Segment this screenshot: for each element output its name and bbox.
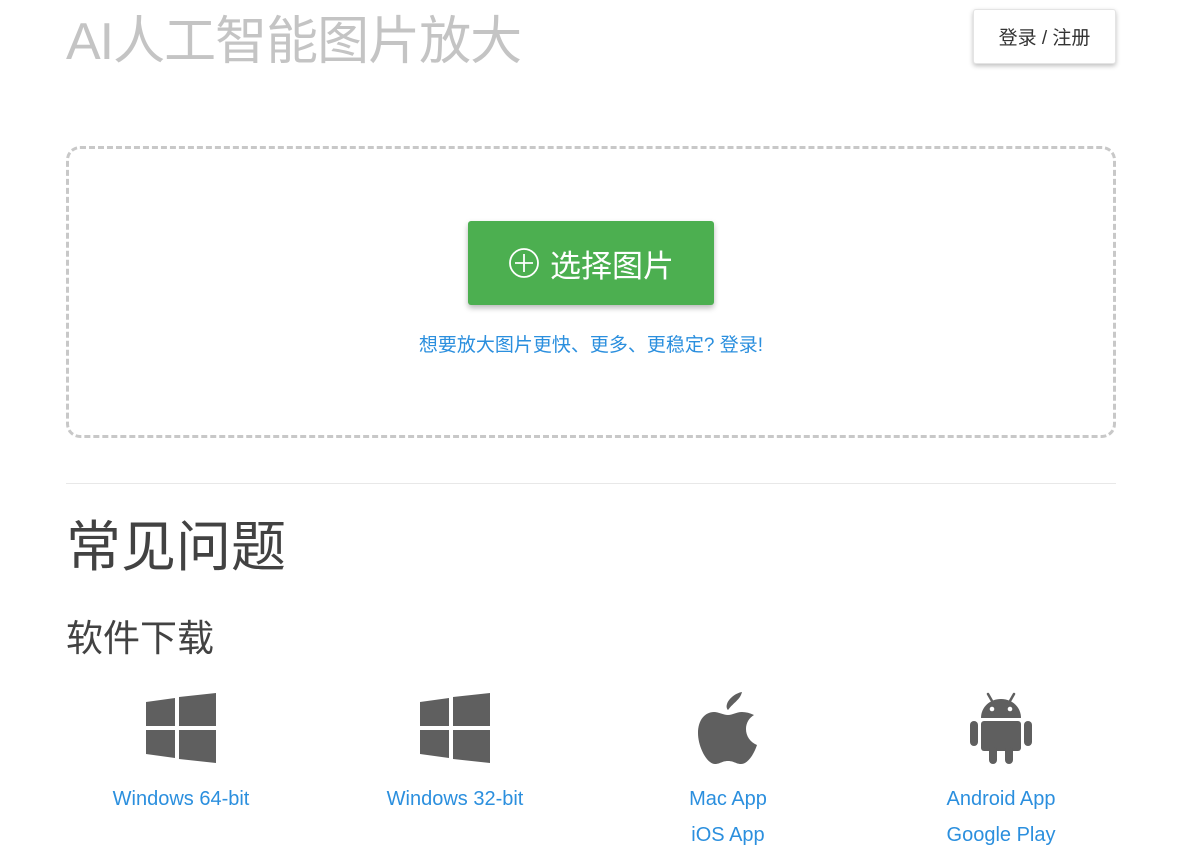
select-image-button[interactable]: 选择图片 xyxy=(468,221,714,305)
download-link-ios-app[interactable]: iOS App xyxy=(598,817,858,853)
download-link-mac-app[interactable]: Mac App xyxy=(598,781,858,817)
download-link-windows-64[interactable]: Windows 64-bit xyxy=(51,781,311,817)
download-link-google-play[interactable]: Google Play xyxy=(871,817,1131,853)
login-promo-text: 想要放大图片更快、更多、更稳定? 登录! xyxy=(418,335,764,356)
page: AI人工智能图片放大 登录 / 注册 选择图片 想要放大图片更快、更多、更稳定?… xyxy=(0,0,1182,868)
android-icon xyxy=(871,690,1131,766)
apple-icon xyxy=(598,690,858,766)
download-link-android-app[interactable]: Android App xyxy=(871,781,1131,817)
windows-icon xyxy=(51,690,311,766)
faq-heading: 常见问题 xyxy=(66,516,287,578)
windows-icon xyxy=(325,690,585,766)
plus-circle-icon xyxy=(509,248,539,278)
download-item-android xyxy=(871,690,1131,766)
download-heading: 软件下载 xyxy=(66,618,214,659)
download-item-windows-64 xyxy=(51,690,311,766)
site-title: AI人工智能图片放大 xyxy=(66,13,522,71)
login-promo-link[interactable]: 想要放大图片更快、更多、更稳定? 登录! xyxy=(0,330,1182,357)
download-item-apple xyxy=(598,690,858,766)
select-image-label: 选择图片 xyxy=(550,248,674,284)
download-item-windows-32 xyxy=(325,690,585,766)
download-link-windows-32[interactable]: Windows 32-bit xyxy=(325,781,585,817)
login-register-button[interactable]: 登录 / 注册 xyxy=(973,9,1116,64)
section-divider xyxy=(66,483,1116,484)
